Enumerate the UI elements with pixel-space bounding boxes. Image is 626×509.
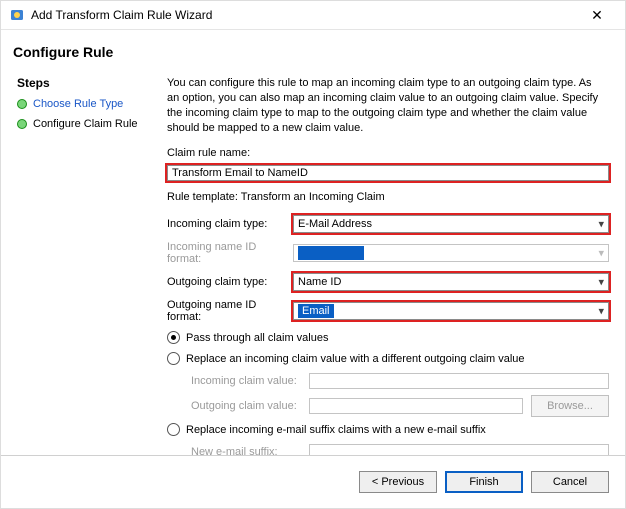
incoming-type-label: Incoming claim type: bbox=[167, 218, 285, 230]
outgoing-value-label: Outgoing claim value: bbox=[191, 400, 301, 412]
step-dot-icon bbox=[17, 119, 27, 129]
previous-button[interactable]: < Previous bbox=[359, 471, 437, 493]
chevron-down-icon: ▾ bbox=[598, 305, 604, 318]
rule-template-text: Rule template: Transform an Incoming Cla… bbox=[167, 191, 609, 203]
finish-button[interactable]: Finish bbox=[445, 471, 523, 493]
browse-button: Browse... bbox=[531, 395, 609, 417]
claim-rule-name-input[interactable] bbox=[167, 165, 609, 181]
content: You can configure this rule to map an in… bbox=[167, 68, 621, 482]
incoming-format-select: ▾ bbox=[293, 244, 609, 262]
steps-sidebar: Steps Choose Rule Type Configure Claim R… bbox=[5, 68, 167, 144]
step-configure-claim-rule[interactable]: Configure Claim Rule bbox=[17, 118, 161, 130]
incoming-value-input bbox=[309, 373, 609, 389]
radio-label: Replace incoming e-mail suffix claims wi… bbox=[186, 424, 486, 436]
page-title: Configure Rule bbox=[1, 30, 625, 68]
outgoing-type-label: Outgoing claim type: bbox=[167, 276, 285, 288]
radio-pass-through[interactable]: Pass through all claim values bbox=[167, 331, 609, 344]
intro-text: You can configure this rule to map an in… bbox=[167, 76, 609, 135]
outgoing-type-select[interactable]: Name ID ▾ bbox=[293, 273, 609, 291]
claim-rule-name-label: Claim rule name: bbox=[167, 147, 609, 159]
incoming-type-value: E-Mail Address bbox=[298, 218, 372, 230]
chevron-down-icon: ▾ bbox=[598, 247, 604, 260]
outgoing-format-select[interactable]: Email ▾ bbox=[293, 302, 609, 320]
redacted-value bbox=[298, 246, 364, 260]
incoming-value-label: Incoming claim value: bbox=[191, 375, 301, 387]
incoming-type-select[interactable]: E-Mail Address ▾ bbox=[293, 215, 609, 233]
outgoing-value-input bbox=[309, 398, 523, 414]
titlebar: Add Transform Claim Rule Wizard ✕ bbox=[1, 1, 625, 30]
body: Steps Choose Rule Type Configure Claim R… bbox=[1, 68, 625, 482]
window-title: Add Transform Claim Rule Wizard bbox=[31, 8, 577, 22]
cancel-button[interactable]: Cancel bbox=[531, 471, 609, 493]
radio-label: Replace an incoming claim value with a d… bbox=[186, 353, 525, 365]
wizard-window: Add Transform Claim Rule Wizard ✕ Config… bbox=[0, 0, 626, 509]
radio-label: Pass through all claim values bbox=[186, 332, 328, 344]
incoming-format-label: Incoming name ID format: bbox=[167, 241, 285, 265]
chevron-down-icon: ▾ bbox=[598, 276, 604, 289]
step-choose-rule-type[interactable]: Choose Rule Type bbox=[17, 98, 161, 110]
step-label: Choose Rule Type bbox=[33, 98, 123, 110]
chevron-down-icon: ▾ bbox=[598, 218, 604, 231]
step-label: Configure Claim Rule bbox=[33, 118, 138, 130]
outgoing-format-value: Email bbox=[298, 304, 334, 318]
steps-heading: Steps bbox=[17, 76, 161, 90]
close-icon[interactable]: ✕ bbox=[577, 7, 617, 24]
outgoing-type-value: Name ID bbox=[298, 276, 341, 288]
radio-replace-value[interactable]: Replace an incoming claim value with a d… bbox=[167, 352, 609, 365]
radio-icon bbox=[167, 352, 180, 365]
app-icon bbox=[9, 7, 25, 23]
radio-replace-suffix[interactable]: Replace incoming e-mail suffix claims wi… bbox=[167, 423, 609, 436]
wizard-buttons: < Previous Finish Cancel bbox=[1, 455, 625, 508]
outgoing-format-label: Outgoing name ID format: bbox=[167, 299, 285, 323]
radio-icon bbox=[167, 331, 180, 344]
step-dot-icon bbox=[17, 99, 27, 109]
radio-icon bbox=[167, 423, 180, 436]
